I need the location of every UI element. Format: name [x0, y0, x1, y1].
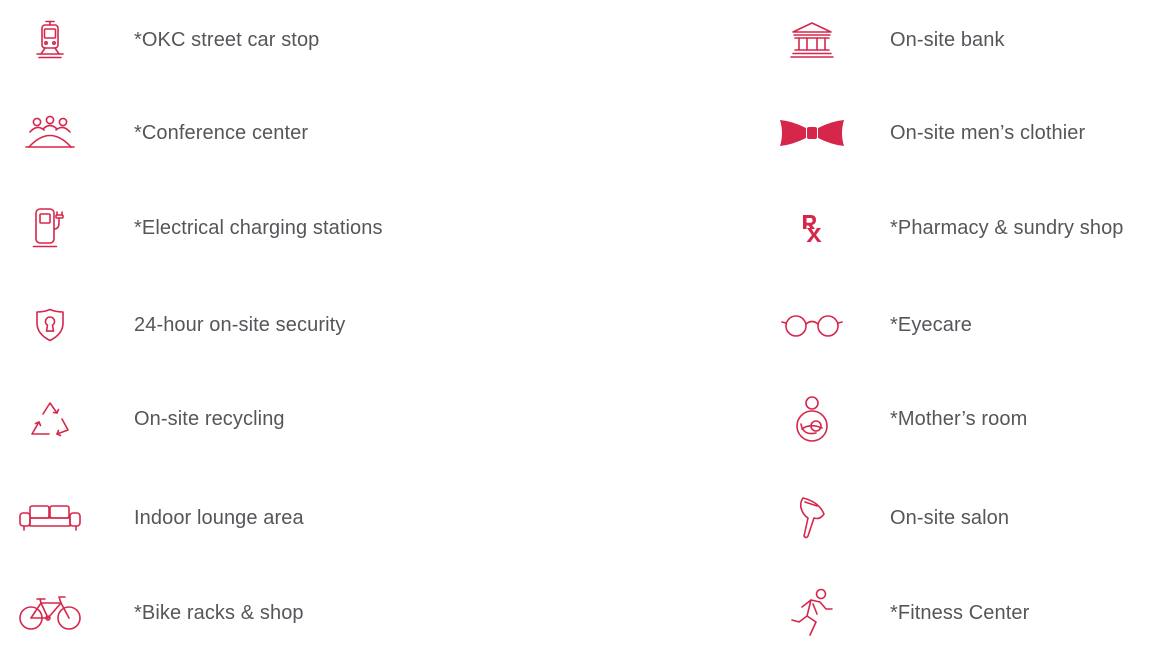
recycling-icon: [18, 395, 82, 443]
amenity-label: *Conference center: [134, 121, 309, 144]
list-item: Indoor lounge area: [18, 488, 304, 548]
amenity-label: *Pharmacy & sundry shop: [890, 216, 1124, 239]
amenity-label: *Mother’s room: [890, 407, 1028, 430]
amenity-label: On-site salon: [890, 506, 1010, 529]
amenity-label: *Bike racks & shop: [134, 601, 304, 624]
mother-baby-icon: [780, 395, 844, 443]
ev-charger-icon: [18, 204, 82, 252]
streetcar-icon: [18, 16, 82, 64]
list-item: *Bike racks & shop: [18, 583, 304, 643]
bank-icon: [780, 16, 844, 64]
runner-icon: [780, 588, 844, 637]
conference-icon: [18, 109, 82, 157]
list-item: On-site bank: [780, 10, 1005, 70]
list-item: *OKC street car stop: [18, 10, 319, 70]
bow-tie-icon: [780, 109, 844, 157]
list-item: On-site salon: [780, 488, 1009, 548]
amenity-label: *OKC street car stop: [134, 28, 320, 51]
amenity-label: On-site recycling: [134, 407, 285, 430]
amenity-label: *Electrical charging stations: [134, 216, 383, 239]
amenity-label: *Fitness Center: [890, 601, 1030, 624]
amenity-label: Indoor lounge area: [134, 506, 304, 529]
amenity-label: 24-hour on-site security: [134, 313, 346, 336]
amenity-label: On-site men’s clothier: [890, 121, 1086, 144]
rx-icon: [780, 204, 844, 252]
list-item: 24-hour on-site security: [18, 295, 345, 355]
sofa-icon: [18, 494, 82, 542]
eyeglasses-icon: [780, 301, 844, 349]
list-item: On-site recycling: [18, 389, 285, 449]
amenity-label: On-site bank: [890, 28, 1005, 51]
hair-dryer-icon: [780, 494, 844, 542]
list-item: *Eyecare: [780, 295, 972, 355]
list-item: *Conference center: [18, 103, 308, 163]
list-item: *Electrical charging stations: [18, 198, 383, 258]
list-item: *Pharmacy & sundry shop: [780, 198, 1124, 258]
list-item: *Fitness Center: [780, 583, 1029, 643]
list-item: *Mother’s room: [780, 389, 1027, 449]
bicycle-icon: [18, 589, 82, 637]
amenity-label: *Eyecare: [890, 313, 972, 336]
security-shield-icon: [18, 301, 82, 349]
list-item: On-site men’s clothier: [780, 103, 1085, 163]
